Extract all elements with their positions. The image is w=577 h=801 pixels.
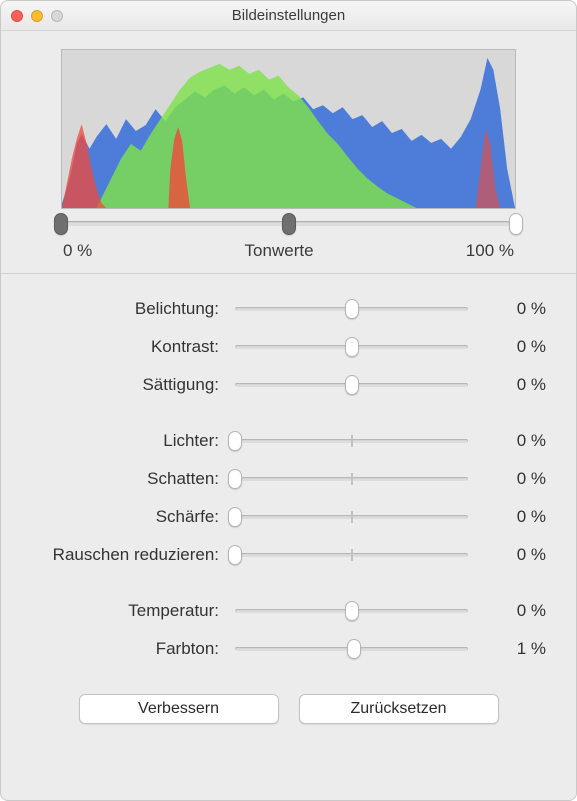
footer: Verbessern Zurücksetzen	[1, 676, 576, 748]
slider-knob[interactable]	[345, 337, 359, 357]
histogram	[61, 49, 516, 209]
slider-row-temperature: Temperatur: 0 %	[21, 592, 546, 630]
enhance-button[interactable]: Verbessern	[79, 694, 279, 724]
levels-left-label: 0 %	[63, 241, 92, 261]
slider-value: 0 %	[484, 337, 546, 357]
slider-row-shadows: Schatten: 0 %	[21, 460, 546, 498]
reset-button[interactable]: Zurücksetzen	[299, 694, 499, 724]
slider-value: 0 %	[484, 601, 546, 621]
content: 0 % Tonwerte 100 % Belichtung:0 %Kontras…	[1, 31, 576, 800]
contrast-slider[interactable]	[229, 335, 474, 359]
slider-knob[interactable]	[228, 545, 242, 565]
slider-label: Belichtung:	[21, 299, 219, 319]
maximize-icon	[51, 10, 63, 22]
levels-track[interactable]	[61, 213, 516, 241]
histogram-svg	[62, 50, 515, 208]
slider-value: 0 %	[484, 545, 546, 565]
levels-labels: 0 % Tonwerte 100 %	[61, 241, 516, 273]
slider-label: Temperatur:	[21, 601, 219, 621]
shadows-slider[interactable]	[229, 467, 474, 491]
slider-label: Schatten:	[21, 469, 219, 489]
slider-knob[interactable]	[228, 469, 242, 489]
exposure-slider[interactable]	[229, 297, 474, 321]
slider-row-contrast: Kontrast: 0 %	[21, 328, 546, 366]
close-icon[interactable]	[11, 10, 23, 22]
sharpness-slider[interactable]	[229, 505, 474, 529]
window-title: Bildeinstellungen	[11, 7, 566, 24]
levels-white-handle[interactable]	[509, 213, 523, 235]
slider-value: 0 %	[484, 507, 546, 527]
slider-row-tint: Farbton: 1 %	[21, 630, 546, 668]
slider-row-exposure: Belichtung: 0 %	[21, 290, 546, 328]
slider-label: Kontrast:	[21, 337, 219, 357]
slider-value: 0 %	[484, 299, 546, 319]
group-gap	[21, 574, 546, 592]
slider-tick	[351, 435, 353, 447]
slider-knob[interactable]	[228, 431, 242, 451]
slider-tick	[351, 549, 353, 561]
slider-knob[interactable]	[345, 299, 359, 319]
levels-section: 0 % Tonwerte 100 %	[1, 209, 576, 273]
image-settings-window: Bildeinstellungen 0 %	[0, 0, 577, 801]
slider-knob[interactable]	[345, 601, 359, 621]
slider-row-highlights: Lichter: 0 %	[21, 422, 546, 460]
levels-black-handle[interactable]	[54, 213, 68, 235]
denoise-slider[interactable]	[229, 543, 474, 567]
saturation-slider[interactable]	[229, 373, 474, 397]
slider-tick	[351, 473, 353, 485]
histogram-section	[1, 31, 576, 209]
titlebar: Bildeinstellungen	[1, 1, 576, 31]
minimize-icon[interactable]	[31, 10, 43, 22]
slider-value: 0 %	[484, 375, 546, 395]
slider-knob[interactable]	[347, 639, 361, 659]
group-gap	[21, 404, 546, 422]
slider-label: Lichter:	[21, 431, 219, 451]
slider-tick	[351, 511, 353, 523]
slider-label: Schärfe:	[21, 507, 219, 527]
slider-label: Farbton:	[21, 639, 219, 659]
slider-row-sharpness: Schärfe: 0 %	[21, 498, 546, 536]
slider-value: 0 %	[484, 469, 546, 489]
slider-knob[interactable]	[345, 375, 359, 395]
slider-label: Sättigung:	[21, 375, 219, 395]
temperature-slider[interactable]	[229, 599, 474, 623]
slider-label: Rauschen reduzieren:	[21, 545, 219, 565]
levels-mid-handle[interactable]	[282, 213, 296, 235]
slider-value: 1 %	[484, 639, 546, 659]
slider-row-saturation: Sättigung: 0 %	[21, 366, 546, 404]
slider-row-denoise: Rauschen reduzieren: 0 %	[21, 536, 546, 574]
window-controls	[11, 10, 63, 22]
sliders-section: Belichtung:0 %Kontrast:0 %Sättigung:0 %L…	[1, 274, 576, 676]
slider-value: 0 %	[484, 431, 546, 451]
slider-knob[interactable]	[228, 507, 242, 527]
levels-right-label: 100 %	[466, 241, 514, 261]
highlights-slider[interactable]	[229, 429, 474, 453]
tint-slider[interactable]	[229, 637, 474, 661]
levels-center-label: Tonwerte	[92, 241, 466, 261]
